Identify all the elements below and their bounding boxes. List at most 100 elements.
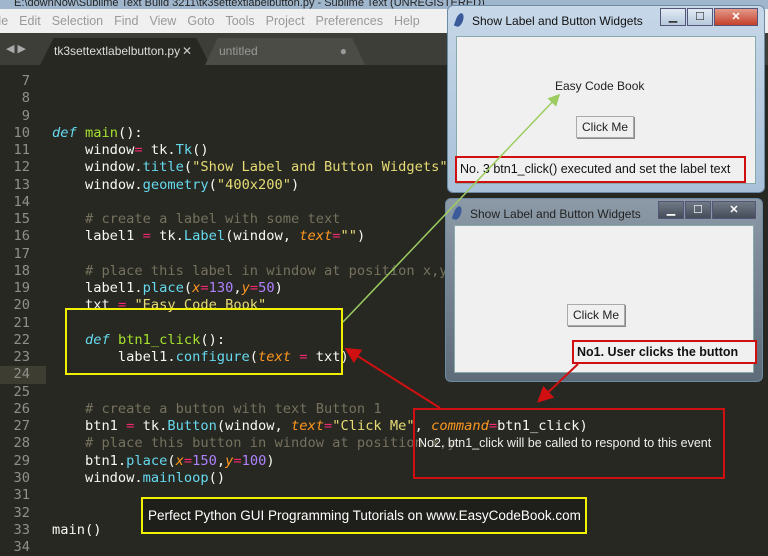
click-me-button[interactable]: Click Me [576, 116, 635, 138]
code-token: window. [52, 176, 143, 193]
code-token: # create a button with text Button 1 [52, 400, 382, 417]
code-token: tk. [142, 142, 176, 159]
code-token: 50 [258, 280, 275, 297]
tk-window-title: Show Label and Button Widgets [470, 207, 641, 221]
code-token: = [323, 418, 333, 435]
menu-tools[interactable]: Tools [225, 14, 254, 28]
code-token: ( [208, 176, 217, 193]
code-line[interactable]: # place this button in window at positio… [52, 435, 456, 452]
line-number: 27 [13, 418, 30, 435]
tab-tk3settextlabelbutton[interactable]: tk3settextlabelbutton.py ✕ [40, 38, 210, 65]
line-number: 13 [13, 176, 30, 193]
code-token: (): [117, 124, 143, 141]
code-line[interactable]: # create a button with text Button 1 [52, 401, 382, 418]
code-token: ) [274, 280, 283, 297]
line-number: 33 [13, 521, 30, 538]
code-token: # place this label in window at position… [52, 262, 448, 279]
code-token: 150 [192, 452, 217, 469]
close-icon[interactable]: ✕ [182, 38, 192, 65]
line-number: 15 [13, 211, 30, 228]
close-button[interactable]: ✕ [714, 8, 758, 26]
code-token: # create a label with some text [52, 211, 341, 228]
annotation-step3: No. 3 btn1_click() executed and set the … [455, 156, 746, 183]
code-token: tk. [134, 418, 168, 435]
code-token: , [216, 452, 226, 469]
code-token: = [249, 280, 259, 297]
menu-help[interactable]: Help [394, 14, 420, 28]
line-number: 28 [13, 435, 30, 452]
code-token: def [52, 124, 77, 141]
menu-find[interactable]: Find [114, 14, 138, 28]
menu-view[interactable]: View [149, 14, 176, 28]
code-token: = [233, 452, 242, 469]
menu-preferences[interactable]: Preferences [316, 14, 383, 28]
line-number: 12 [13, 159, 30, 176]
code-line[interactable]: label1 = tk.Label(window, text="") [52, 228, 365, 245]
maximize-button[interactable]: ☐ [687, 8, 713, 26]
menu-file[interactable]: File [0, 14, 8, 28]
click-me-button[interactable]: Click Me [567, 304, 626, 326]
line-number: 11 [13, 142, 30, 159]
code-line[interactable]: # create a label with some text [52, 211, 340, 228]
line-number: 24 [0, 366, 46, 384]
code-line[interactable]: window= tk.Tk() [52, 142, 209, 159]
code-token: "" [340, 228, 357, 245]
code-token: Button [167, 418, 217, 435]
code-line[interactable]: window.mainloop() [52, 470, 225, 487]
code-token: title [142, 159, 184, 176]
code-token: text [299, 228, 333, 245]
code-token: text [291, 418, 324, 435]
code-token: ( [167, 452, 176, 469]
line-number: 22 [13, 331, 30, 348]
code-token: ( [183, 159, 193, 176]
code-token: main() [52, 521, 102, 538]
minimize-button[interactable]: ▁ [658, 201, 684, 219]
maximize-button[interactable]: ☐ [685, 201, 711, 219]
annotation-step2-box: No2. btn1_click will be called to respon… [413, 408, 725, 479]
code-line[interactable]: def main(): [52, 125, 143, 142]
line-number: 31 [13, 487, 30, 504]
code-token: , [233, 280, 242, 297]
code-token: () [208, 469, 226, 486]
highlight-btn1-click-box [65, 308, 343, 375]
minimize-button[interactable]: ▁ [660, 8, 686, 26]
code-line[interactable]: window.title("Show Label and Button Widg… [52, 159, 456, 176]
line-number: 17 [13, 245, 30, 262]
code-token: place [142, 280, 184, 297]
easy-code-book-label: Easy Code Book [555, 79, 645, 93]
tab-nav-arrows-icon[interactable]: ◀ ▶ [6, 42, 26, 55]
code-token: 130 [208, 280, 234, 297]
line-number: 30 [13, 469, 30, 486]
code-token: ( [183, 280, 193, 297]
tab-untitled[interactable]: untitled ● [205, 38, 365, 65]
line-number: 23 [13, 349, 30, 366]
line-number: 16 [13, 228, 30, 245]
line-number: 10 [13, 124, 30, 141]
line-number: 14 [13, 193, 30, 210]
close-button[interactable]: ✕ [712, 201, 756, 219]
menu-goto[interactable]: Goto [187, 14, 214, 28]
line-number: 18 [13, 262, 30, 279]
code-token: 100 [241, 452, 267, 469]
modified-dot-icon[interactable]: ● [340, 38, 347, 65]
code-line[interactable]: main() [52, 522, 101, 539]
code-line[interactable]: label1.place(x=130,y=50) [52, 280, 283, 297]
code-token: = [183, 452, 193, 469]
line-number: 26 [13, 400, 30, 417]
code-token: place [126, 452, 168, 469]
line-number: 9 [21, 107, 30, 124]
line-number: 20 [13, 297, 30, 314]
tab-label: tk3settextlabelbutton.py [54, 44, 181, 58]
code-line[interactable]: window.geometry("400x200") [52, 177, 299, 194]
code-token: ) [356, 228, 366, 245]
menu-selection[interactable]: Selection [52, 14, 103, 28]
code-line[interactable]: btn1.place(x=150,y=100) [52, 453, 275, 470]
code-token: main [84, 124, 118, 141]
code-token: window. [52, 159, 143, 176]
code-token: btn1 [52, 418, 127, 435]
menu-edit[interactable]: Edit [19, 14, 41, 28]
menu-project[interactable]: Project [266, 14, 305, 28]
line-number: 21 [13, 314, 30, 331]
code-line[interactable]: # place this label in window at position… [52, 263, 448, 280]
